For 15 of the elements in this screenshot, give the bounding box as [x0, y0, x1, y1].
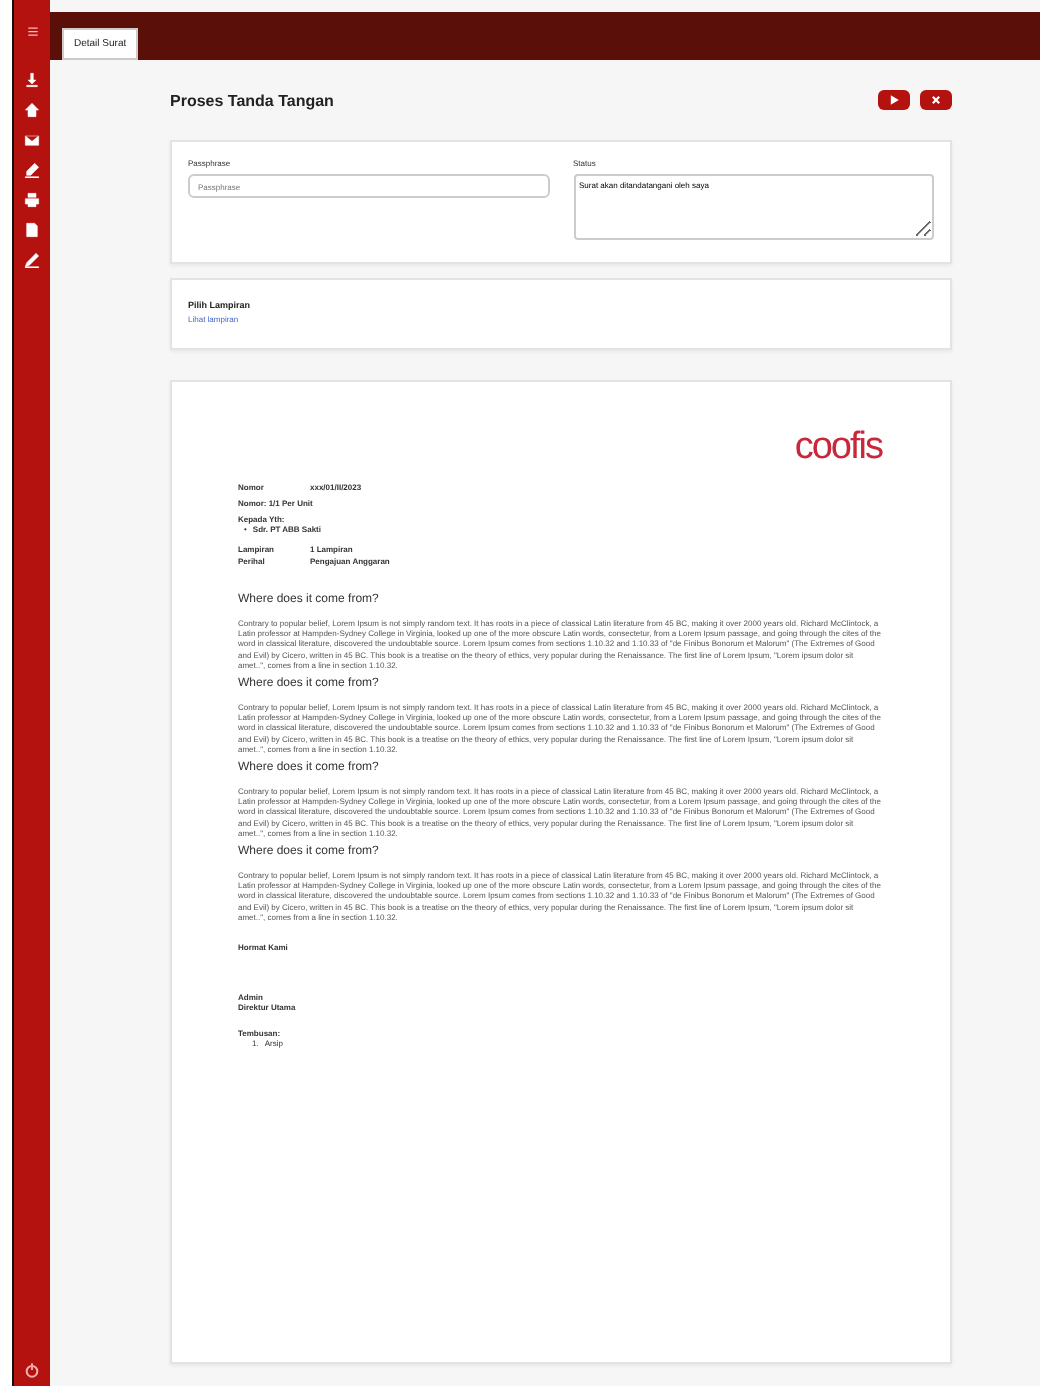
logout-icon[interactable]	[24, 1362, 40, 1378]
mail-icon[interactable]	[24, 132, 40, 148]
print-icon[interactable]	[24, 192, 40, 208]
pen-icon[interactable]	[24, 252, 40, 268]
download-icon[interactable]	[24, 72, 40, 88]
sign-button[interactable]	[878, 90, 910, 110]
home-icon[interactable]	[24, 102, 40, 118]
close-icon	[928, 92, 944, 108]
file-icon[interactable]	[24, 222, 40, 238]
page-title: Proses Tanda Tangan	[170, 91, 334, 109]
play-icon	[886, 92, 902, 108]
edit-icon[interactable]	[24, 162, 40, 178]
menu-icon[interactable]	[25, 24, 39, 38]
logo: coofis	[794, 426, 882, 470]
close-button[interactable]	[920, 90, 952, 110]
